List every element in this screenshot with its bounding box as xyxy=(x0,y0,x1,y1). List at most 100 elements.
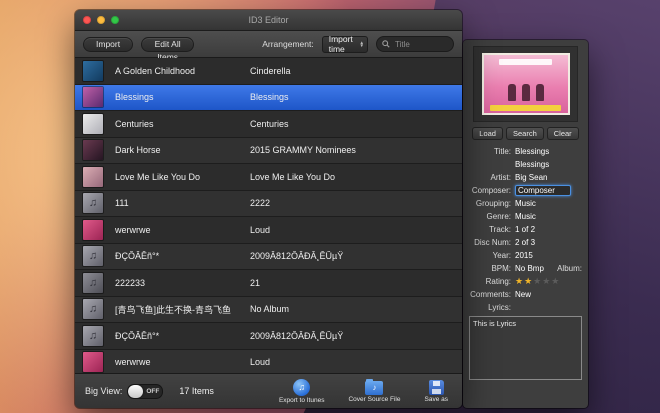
year-field: Year: 2015 xyxy=(463,249,588,262)
big-view-toggle[interactable]: OFF xyxy=(127,384,163,399)
album-art: ♫ xyxy=(83,246,103,266)
export-to-itunes-label: Export to Itunes xyxy=(279,397,325,404)
music-note-icon: ♫ xyxy=(89,197,97,209)
genre-value: Music xyxy=(515,212,536,221)
table-row[interactable]: ♫ werwrwe Loud xyxy=(75,350,462,374)
inspector-panel: Load Search Clear Title: Blessings Bless… xyxy=(463,40,588,408)
music-note-icon: ♫ xyxy=(89,250,97,262)
table-row[interactable]: ♫ [青鸟飞鱼]此生不换-青鸟飞鱼 No Album xyxy=(75,297,462,324)
titlebar[interactable]: ID3 Editor xyxy=(75,10,462,31)
music-note-icon: ♫ xyxy=(89,330,97,342)
composer-label: Composer: xyxy=(463,186,511,195)
track-label: Track: xyxy=(463,225,511,234)
row-title: Blessings xyxy=(115,92,245,102)
row-album: 2015 GRAMMY Nominees xyxy=(250,145,462,155)
table-row[interactable]: ♫ A Golden Childhood Cinderella xyxy=(75,58,462,85)
cover-source-file-label: Cover Source File xyxy=(348,396,400,403)
title-value-2: Blessings xyxy=(515,160,549,169)
row-album: 21 xyxy=(250,278,462,288)
export-to-itunes-button[interactable]: ♫ Export to Itunes xyxy=(279,379,325,404)
cover-figures xyxy=(484,84,568,101)
music-note-icon: ♫ xyxy=(89,277,97,289)
music-note-icon: ♫ xyxy=(89,303,97,315)
album-art: ♫ xyxy=(83,299,103,319)
album-art: ♫ xyxy=(83,326,103,346)
search-field[interactable] xyxy=(376,36,454,52)
minimize-window-button[interactable] xyxy=(97,16,105,24)
row-album: Centuries xyxy=(250,119,462,129)
save-as-label: Save as xyxy=(425,396,449,403)
id3-editor-window: ID3 Editor Import Edit All Items Arrange… xyxy=(75,10,462,408)
table-row[interactable]: ♫ Love Me Like You Do Love Me Like You D… xyxy=(75,164,462,191)
cover-buttons: Load Search Clear xyxy=(463,127,588,140)
album-art: ♫ xyxy=(83,193,103,213)
album-art: ♫ xyxy=(83,352,103,372)
table-row[interactable]: ♫ Dark Horse 2015 GRAMMY Nominees xyxy=(75,138,462,165)
zoom-window-button[interactable] xyxy=(111,16,119,24)
rating-stars[interactable]: ★★★★★ xyxy=(515,276,560,287)
edit-all-items-button[interactable]: Edit All Items xyxy=(141,37,194,52)
year-value: 2015 xyxy=(515,251,533,260)
disc-field: Disc Num: 2 of 3 xyxy=(463,236,588,249)
save-as-button[interactable]: Save as xyxy=(425,379,449,404)
comments-value: New xyxy=(515,290,531,299)
window-title: ID3 Editor xyxy=(75,10,462,30)
table-row[interactable]: ♫ Blessings Blessings xyxy=(75,85,462,112)
row-title: Centuries xyxy=(115,119,245,129)
album-art: ♫ xyxy=(83,87,103,107)
composer-input[interactable] xyxy=(515,185,571,196)
table-row[interactable]: ♫ 222233 21 xyxy=(75,270,462,297)
search-icon xyxy=(382,40,390,48)
clear-button[interactable]: Clear xyxy=(547,127,579,140)
items-count: 17 Items xyxy=(179,386,214,396)
big-view-label: Big View: xyxy=(85,386,122,396)
row-title: [青鸟飞鱼]此生不换-青鸟飞鱼 xyxy=(115,303,245,316)
load-button[interactable]: Load xyxy=(472,127,503,140)
title-field: Title: Blessings xyxy=(463,145,588,158)
grouping-value: Music xyxy=(515,199,536,208)
title-label: Title: xyxy=(463,147,511,156)
artist-field: Artist: Big Sean xyxy=(463,171,588,184)
chevron-updown-icon: ▲▼ xyxy=(360,41,364,48)
footer-actions: ♫ Export to Itunes ♪ Cover Source File S… xyxy=(279,379,452,404)
album-art: ♫ xyxy=(83,167,103,187)
table-row[interactable]: ♫ 111 2222 xyxy=(75,191,462,218)
track-field: Track: 1 of 2 xyxy=(463,223,588,236)
row-album: 2009Â812ÔÂĐÂ¸ÊÛµŸ xyxy=(250,331,462,341)
table-row[interactable]: ♫ ĐÇÔÂÊñ°* 2009Â812ÔÂĐÂ¸ÊÛµŸ xyxy=(75,244,462,271)
stars-empty: ★★★ xyxy=(533,276,560,286)
row-album: 2009Â812ÔÂĐÂ¸ÊÛµŸ xyxy=(250,251,462,261)
close-window-button[interactable] xyxy=(83,16,91,24)
arrangement-label: Arrangement: xyxy=(262,39,314,49)
row-title: ĐÇÔÂÊñ°* xyxy=(115,331,245,341)
row-album: Love Me Like You Do xyxy=(250,172,462,182)
search-input[interactable] xyxy=(393,39,448,50)
import-button[interactable]: Import xyxy=(83,37,133,52)
row-album: Cinderella xyxy=(250,66,462,76)
album-art: ♫ xyxy=(83,61,103,81)
bpm-label: BPM: xyxy=(463,264,511,273)
artist-label: Artist: xyxy=(463,173,511,182)
comments-field: Comments: New xyxy=(463,288,588,301)
search-button[interactable]: Search xyxy=(506,127,544,140)
row-album: No Album xyxy=(250,304,462,314)
row-album: Loud xyxy=(250,357,462,367)
disc-num-value: 2 of 3 xyxy=(515,238,535,247)
arrangement-value: Import time xyxy=(329,34,360,54)
track-table: ♫ A Golden Childhood Cinderella ♫ Blessi… xyxy=(75,58,462,373)
table-row[interactable]: ♫ ĐÇÔÂÊñ°* 2009Â812ÔÂĐÂ¸ÊÛµŸ xyxy=(75,323,462,350)
rating-label: Rating: xyxy=(463,277,511,286)
cover-well xyxy=(473,46,578,122)
title-value: Blessings xyxy=(515,147,549,156)
row-title: ĐÇÔÂÊñ°* xyxy=(115,251,245,261)
table-row[interactable]: ♫ werwrwe Loud xyxy=(75,217,462,244)
footer-bar: Big View: OFF 17 Items ♫ Export to Itune… xyxy=(75,373,462,408)
arrangement-select[interactable]: Import time ▲▼ xyxy=(322,36,368,53)
desktop-background: ID3 Editor Import Edit All Items Arrange… xyxy=(0,0,660,413)
title-field-line2: Blessings xyxy=(463,158,588,171)
lyrics-textarea[interactable]: This is Lyrics xyxy=(469,316,582,380)
cover-source-file-button[interactable]: ♪ Cover Source File xyxy=(348,379,400,404)
folder-icon: ♪ xyxy=(365,381,383,395)
table-row[interactable]: ♫ Centuries Centuries xyxy=(75,111,462,138)
grouping-field: Grouping: Music xyxy=(463,197,588,210)
